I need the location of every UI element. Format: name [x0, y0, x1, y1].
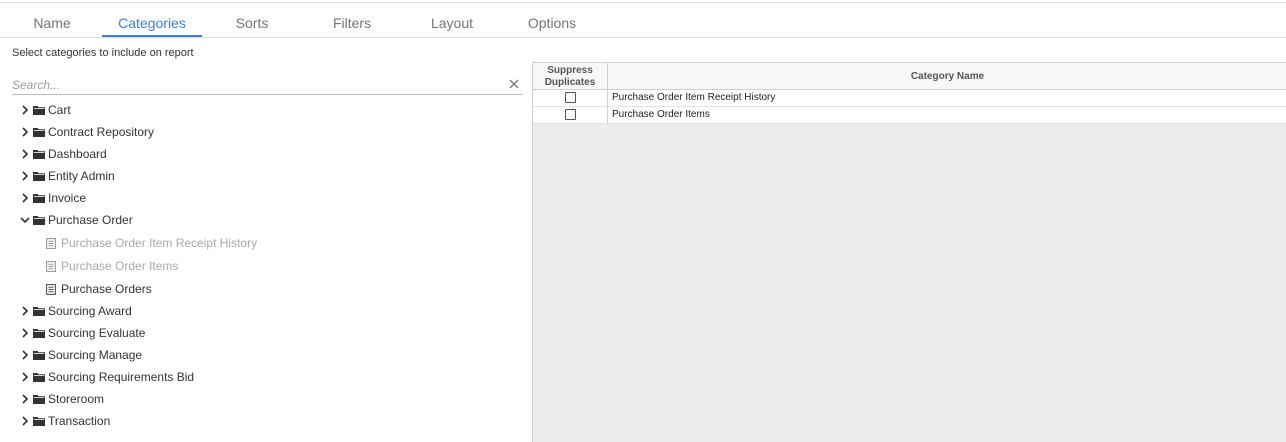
column-header-suppress-duplicates[interactable]: Suppress Duplicates — [533, 63, 608, 90]
tab-options[interactable]: Options — [512, 3, 592, 37]
column-header-category-name[interactable]: Category Name — [608, 63, 1286, 90]
document-icon — [46, 261, 56, 272]
tab-filters[interactable]: Filters — [312, 3, 392, 37]
chevron-right-icon[interactable] — [21, 372, 29, 382]
tree-folder-sourcing-evaluate[interactable]: Sourcing Evaluate — [0, 322, 530, 344]
chevron-right-icon[interactable] — [21, 306, 29, 316]
category-name-cell: Purchase Order Item Receipt History — [612, 92, 776, 103]
suppress-cell — [533, 107, 608, 123]
chevron-right-icon[interactable] — [21, 149, 29, 159]
suppress-cell — [533, 90, 608, 106]
document-icon — [46, 284, 56, 295]
search-input[interactable] — [12, 75, 502, 94]
tree-folder-sourcing-requirements-bid[interactable]: Sourcing Requirements Bid — [0, 366, 530, 388]
folder-icon — [33, 351, 45, 360]
chevron-right-icon[interactable] — [21, 193, 29, 203]
tab-categories[interactable]: Categories — [102, 3, 202, 37]
suppress-duplicates-checkbox[interactable] — [565, 92, 576, 103]
tree-folder-label: Contract Repository — [48, 125, 155, 139]
tab-name[interactable]: Name — [11, 3, 93, 37]
grid-header: Suppress Duplicates Category Name — [533, 63, 1286, 90]
tab-sorts[interactable]: Sorts — [212, 3, 292, 37]
chevron-right-icon[interactable] — [21, 127, 29, 137]
tree-folder-transaction[interactable]: Transaction — [0, 410, 530, 432]
table-row[interactable]: Purchase Order Items — [533, 107, 1286, 124]
tree-folder-label: Sourcing Manage — [48, 348, 143, 362]
tree-leaf-po-items[interactable]: Purchase Order Items — [0, 255, 530, 277]
folder-icon — [33, 194, 45, 203]
tree-folder-label: Transaction — [48, 414, 111, 428]
chevron-right-icon[interactable] — [21, 350, 29, 360]
tree-leaf-po-item-receipt-history[interactable]: Purchase Order Item Receipt History — [0, 232, 530, 254]
chevron-right-icon[interactable] — [21, 416, 29, 426]
tree-folder-cart[interactable]: Cart — [0, 99, 530, 121]
folder-icon — [33, 106, 45, 115]
tree-leaf-purchase-orders[interactable]: Purchase Orders — [0, 278, 530, 300]
tab-layout[interactable]: Layout — [412, 3, 492, 37]
tree-folder-label: Sourcing Award — [48, 304, 132, 318]
folder-icon — [33, 150, 45, 159]
tree-leaf-label: Purchase Order Item Receipt History — [61, 236, 258, 250]
tab-bar: Name Categories Sorts Filters Layout Opt… — [0, 3, 1286, 38]
close-icon[interactable] — [507, 77, 521, 91]
folder-icon — [33, 417, 45, 426]
search-box — [12, 75, 523, 95]
selected-categories-grid: Suppress Duplicates Category Name Purcha… — [532, 62, 1286, 442]
tree-folder-purchase-order[interactable]: Purchase Order — [0, 209, 530, 231]
tree-folder-label: Purchase Order — [48, 213, 133, 227]
instructions-text: Select categories to include on report — [12, 47, 194, 59]
folder-icon — [33, 128, 45, 137]
tree-folder-label: Entity Admin — [48, 169, 115, 183]
folder-icon — [33, 172, 45, 181]
tree-leaf-label: Purchase Order Items — [61, 259, 179, 273]
tree-folder-storeroom[interactable]: Storeroom — [0, 388, 530, 410]
folder-icon — [33, 216, 45, 225]
folder-icon — [33, 329, 45, 338]
chevron-right-icon[interactable] — [21, 105, 29, 115]
tree-folder-label: Dashboard — [48, 147, 107, 161]
tree-folder-label: Invoice — [48, 191, 87, 205]
tree-folder-label: Storeroom — [48, 392, 105, 406]
document-icon — [46, 238, 56, 249]
suppress-duplicates-checkbox[interactable] — [565, 109, 576, 120]
tree-folder-label: Cart — [48, 103, 71, 117]
tree-folder-contract-repository[interactable]: Contract Repository — [0, 121, 530, 143]
folder-icon — [33, 307, 45, 316]
category-name-cell: Purchase Order Items — [612, 109, 710, 120]
tree-folder-entity-admin[interactable]: Entity Admin — [0, 165, 530, 187]
chevron-right-icon[interactable] — [21, 328, 29, 338]
tree-folder-sourcing-manage[interactable]: Sourcing Manage — [0, 344, 530, 366]
tree-folder-label: Sourcing Requirements Bid — [48, 370, 195, 384]
tree-folder-invoice[interactable]: Invoice — [0, 187, 530, 209]
folder-icon — [33, 373, 45, 382]
tree-folder-label: Sourcing Evaluate — [48, 326, 146, 340]
chevron-down-icon[interactable] — [20, 216, 30, 224]
table-row[interactable]: Purchase Order Item Receipt History — [533, 90, 1286, 107]
tree-leaf-label: Purchase Orders — [61, 282, 152, 296]
chevron-right-icon[interactable] — [21, 394, 29, 404]
tree-folder-sourcing-award[interactable]: Sourcing Award — [0, 300, 530, 322]
folder-icon — [33, 395, 45, 404]
chevron-right-icon[interactable] — [21, 171, 29, 181]
tree-folder-dashboard[interactable]: Dashboard — [0, 143, 530, 165]
